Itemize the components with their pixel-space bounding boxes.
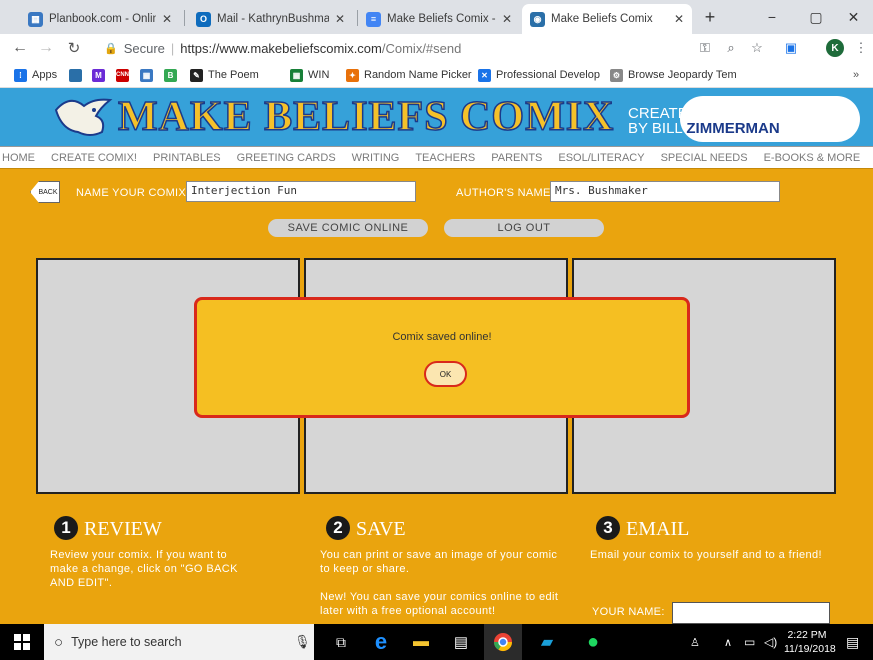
close-tab-icon[interactable]: ✕ (502, 12, 512, 26)
back-icon[interactable]: ← (8, 34, 32, 62)
bookmark-m[interactable]: M (92, 66, 110, 84)
volume-icon[interactable]: ◁) (764, 624, 777, 660)
minimize-button[interactable]: − (750, 0, 794, 34)
profile-avatar[interactable]: K (826, 39, 844, 57)
close-tab-icon[interactable]: ✕ (162, 12, 172, 26)
url-path: /Comix/#send (381, 40, 462, 56)
tab-planbook[interactable]: ▦ Planbook.com - Online Le ✕ (20, 4, 180, 34)
bookmark-the-poem[interactable]: ✎ The Poem (190, 66, 259, 84)
lock-icon: 🔒 (104, 42, 118, 55)
bookmark-icon: B (164, 68, 177, 82)
apps-grid-icon: ⁞ (14, 68, 27, 82)
screen: ▦ Planbook.com - Online Le ✕ O Mail - Ka… (0, 0, 873, 660)
docs-icon: ≡ (366, 11, 381, 27)
forward-icon[interactable]: → (34, 34, 58, 62)
bookmark-icon: ✎ (190, 68, 203, 82)
bookmark-icon: ✕ (478, 68, 491, 82)
tab-title: Make Beliefs Comix (551, 13, 653, 25)
bookmark-makebeliefs[interactable] (69, 66, 87, 84)
bookmark-random-name-picker[interactable]: ✦ Random Name Picker (346, 66, 472, 84)
clock-date: 11/19/2018 (784, 643, 836, 655)
task-view-icon[interactable]: ⧉ (322, 624, 360, 660)
search-placeholder: Type here to search (71, 635, 182, 649)
cnn-icon: CNN (116, 68, 129, 82)
notifications-icon[interactable]: ▤ (846, 624, 859, 660)
close-window-button[interactable]: ✕ (834, 0, 873, 34)
bookmark-planbook[interactable]: ▦ (140, 66, 158, 84)
microphone-icon[interactable]: 🎙 (294, 634, 311, 650)
planbook-icon: ▦ (28, 11, 43, 27)
windows-start-icon[interactable] (0, 624, 44, 660)
bookmark-win[interactable]: ▦ WIN (290, 66, 329, 84)
search-circle-icon: ○ (54, 633, 64, 651)
reload-icon[interactable]: ↻ (62, 34, 86, 62)
bookmark-cnn[interactable]: CNN (116, 66, 134, 84)
bookmark-apps[interactable]: ⁞ Apps (14, 66, 57, 84)
dialog-message: Comix saved online! (392, 331, 492, 343)
file-explorer-icon[interactable]: ▬ (402, 624, 440, 660)
network-icon[interactable]: ▭ (744, 624, 755, 660)
chrome-icon[interactable] (484, 624, 522, 660)
people-icon[interactable]: ♙ (690, 624, 700, 660)
bookmark-icon: M (92, 68, 105, 82)
bookmark-professional-develop[interactable]: ✕ Professional Develop (478, 66, 608, 84)
bookmarks-overflow-icon[interactable]: » (853, 66, 859, 84)
edge-icon[interactable]: e (362, 624, 400, 660)
new-tab-button[interactable]: + (694, 0, 726, 34)
tab-make-beliefs-comix[interactable]: ◉ Make Beliefs Comix ✕ (522, 4, 692, 34)
tab-google-doc[interactable]: ≡ Make Beliefs Comix - Goo ✕ (358, 4, 520, 34)
tab-title: Mail - KathrynBushmaker (217, 13, 329, 25)
zoom-icon[interactable]: ⌕ (720, 34, 742, 62)
tray-expand-icon[interactable]: ∧ (724, 624, 732, 660)
bookmark-icon: ✦ (346, 68, 359, 82)
outlook-icon: O (196, 11, 211, 27)
secure-label: Secure (123, 40, 165, 56)
ok-button[interactable]: OK (424, 361, 467, 387)
spotify-icon[interactable]: ● (574, 624, 612, 660)
makebeliefs-icon: ◉ (530, 11, 545, 27)
bookmark-green[interactable]: B (164, 66, 182, 84)
modal-overlay: Comix saved online! OK (0, 88, 873, 624)
clock-time: 2:22 PM (787, 629, 827, 641)
save-confirmation-dialog: Comix saved online! OK (194, 297, 690, 418)
bookmark-jeopardy[interactable]: ⚙ Browse Jeopardy Tem (610, 66, 738, 84)
tab-mail[interactable]: O Mail - KathrynBushmaker ✕ (188, 4, 353, 34)
store-icon[interactable]: ▤ (442, 624, 480, 660)
bookmark-icon: ▦ (140, 68, 153, 82)
bookmark-icon (69, 68, 82, 82)
extension-icon[interactable]: ▣ (780, 34, 802, 62)
url-host: https://www.makebeliefscomix.com (180, 40, 382, 56)
close-tab-icon[interactable]: ✕ (335, 12, 345, 26)
sheets-icon: ▦ (290, 68, 303, 82)
star-icon[interactable]: ☆ (746, 34, 768, 62)
close-tab-icon[interactable]: ✕ (674, 12, 684, 26)
taskbar-clock[interactable]: 2:22 PM 11/19/2018 (784, 628, 836, 656)
menu-dots-icon[interactable]: ⋮ (850, 34, 872, 62)
maximize-button[interactable]: ▢ (794, 0, 838, 34)
tab-title: Planbook.com - Online Le (49, 13, 156, 25)
address-bar[interactable]: 🔒 Secure | https://www.makebeliefscomix.… (104, 38, 694, 58)
key-icon[interactable]: ⚿ (694, 34, 716, 62)
taskbar-search-box[interactable]: ○ Type here to search 🎙 (44, 624, 314, 660)
notes-app-icon[interactable]: ▰ (528, 624, 566, 660)
gear-icon: ⚙ (610, 68, 623, 82)
tab-title: Make Beliefs Comix - Goo (387, 13, 496, 25)
